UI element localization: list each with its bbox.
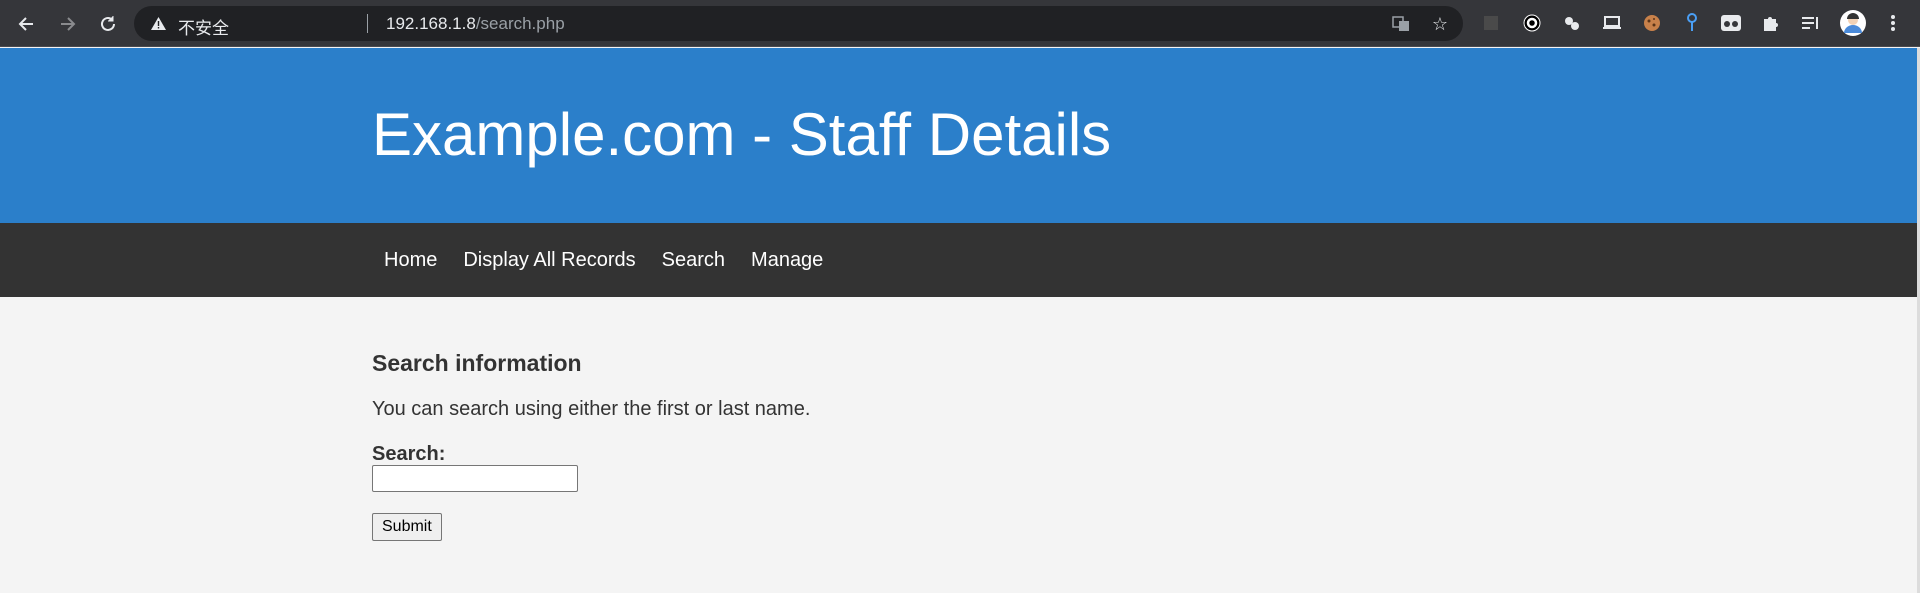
- extension-dark-square-icon[interactable]: [1479, 11, 1503, 35]
- page-content: Example.com - Staff Details Home Display…: [0, 48, 1920, 593]
- section-heading: Search information: [372, 350, 582, 376]
- profile-avatar-icon: [1840, 10, 1866, 36]
- extension-cookie-icon[interactable]: [1640, 11, 1664, 35]
- puzzle-icon[interactable]: [1759, 11, 1783, 35]
- reading-list-glyph-icon: [1802, 17, 1818, 29]
- pin-icon: [1687, 13, 1697, 31]
- url-host: 192.168.1.8: [386, 14, 476, 33]
- submit-button[interactable]: Submit: [372, 513, 442, 541]
- reload-icon: [101, 16, 115, 31]
- forward-button[interactable]: [52, 8, 84, 40]
- cookie-icon: [1644, 15, 1660, 31]
- nav-item-home[interactable]: Home: [372, 249, 450, 272]
- extension-dots-icon[interactable]: [1560, 11, 1584, 35]
- extension-pin-icon[interactable]: [1680, 11, 1704, 35]
- extension-glasses-icon[interactable]: [1719, 11, 1743, 35]
- translate-icon[interactable]: [1391, 14, 1411, 34]
- puzzle-glyph-icon: [1764, 17, 1778, 31]
- nav-item-search[interactable]: Search: [649, 249, 738, 272]
- bookmark-star-icon[interactable]: ☆: [1430, 14, 1450, 34]
- site-title: Example.com - Staff Details: [372, 101, 1112, 168]
- laptop-icon: [1603, 16, 1621, 29]
- arrow-left-icon: [18, 17, 33, 31]
- address-separator: [367, 14, 368, 33]
- address-bar[interactable]: 不安全 192.168.1.8/search.php ☆: [134, 6, 1463, 41]
- warning-triangle-icon: [151, 17, 166, 30]
- reload-button[interactable]: [92, 8, 124, 40]
- dots-icon: [1565, 17, 1579, 30]
- extension-laptop-icon[interactable]: [1600, 11, 1624, 35]
- search-input[interactable]: [372, 465, 578, 492]
- glasses-icon: [1721, 15, 1741, 31]
- main-nav: Home Display All Records Search Manage: [0, 223, 1920, 297]
- url-path: /search.php: [475, 14, 565, 33]
- ring-icon: [1523, 14, 1541, 32]
- section-description: You can search using either the first or…: [372, 398, 811, 420]
- dark-square-icon: [1484, 16, 1498, 30]
- security-label[interactable]: 不安全: [178, 14, 229, 39]
- site-header: Example.com - Staff Details: [0, 48, 1920, 223]
- arrow-right-icon: [61, 17, 76, 31]
- extension-circle-icon[interactable]: [1520, 11, 1544, 35]
- avatar[interactable]: [1839, 9, 1867, 37]
- reading-list-icon[interactable]: [1799, 11, 1823, 35]
- kebab-dots-icon: [1891, 15, 1895, 31]
- search-label: Search:: [372, 443, 446, 465]
- nav-item-display-all-records[interactable]: Display All Records: [450, 249, 648, 272]
- back-button[interactable]: [10, 8, 42, 40]
- url-text[interactable]: 192.168.1.8/search.php: [386, 14, 565, 34]
- nav-item-manage[interactable]: Manage: [738, 249, 836, 272]
- browser-toolbar: 不安全 192.168.1.8/search.php ☆: [0, 0, 1920, 47]
- nav-list: Home Display All Records Search Manage: [372, 223, 836, 297]
- translate-glyph-icon: [1392, 16, 1409, 31]
- menu-kebab-icon[interactable]: [1881, 11, 1905, 35]
